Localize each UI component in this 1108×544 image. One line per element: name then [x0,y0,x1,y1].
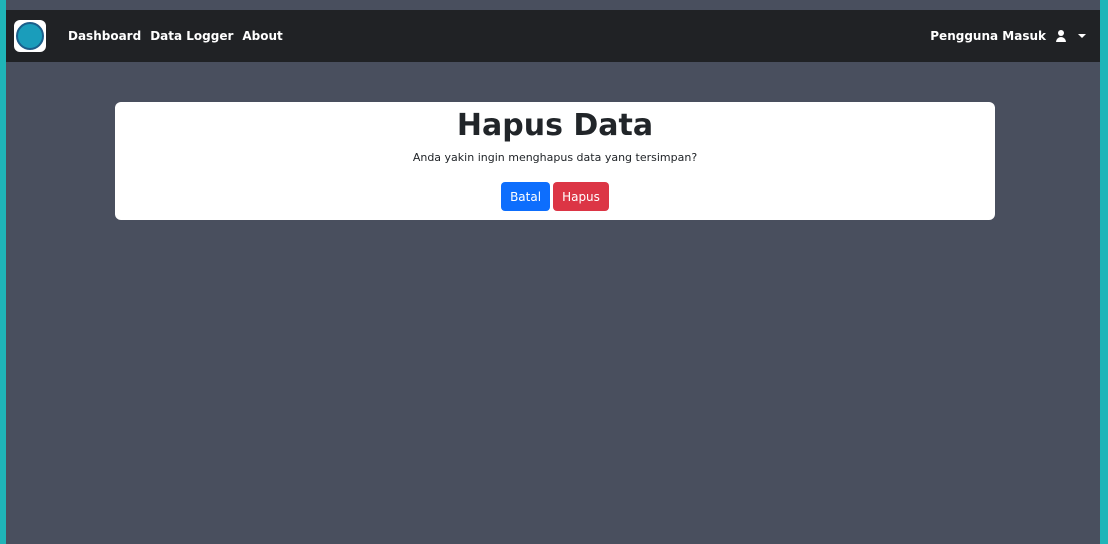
nav-link-dashboard[interactable]: Dashboard [68,29,141,43]
dialog-buttons: Batal Hapus [115,182,995,211]
dialog-message: Anda yakin ingin menghapus data yang ter… [412,151,698,164]
app-window: Dashboard Data Logger About Pengguna Mas… [6,0,1100,544]
top-navbar: Dashboard Data Logger About Pengguna Mas… [6,10,1100,62]
cancel-button[interactable]: Batal [501,182,551,211]
delete-button[interactable]: Hapus [553,182,609,211]
background-shape [1100,0,1108,544]
nav-link-data-logger[interactable]: Data Logger [150,29,233,43]
logo-icon [16,22,44,50]
user-menu-label: Pengguna Masuk [930,29,1046,43]
user-menu[interactable]: Pengguna Masuk [930,29,1086,43]
dialog-title: Hapus Data [456,108,654,143]
caret-down-icon [1078,34,1086,38]
delete-confirm-card: Hapus Data Anda yakin ingin menghapus da… [115,102,995,220]
user-icon [1054,29,1068,43]
nav-link-about[interactable]: About [242,29,282,43]
brand-logo[interactable] [14,20,46,52]
nav-links: Dashboard Data Logger About [68,29,283,43]
